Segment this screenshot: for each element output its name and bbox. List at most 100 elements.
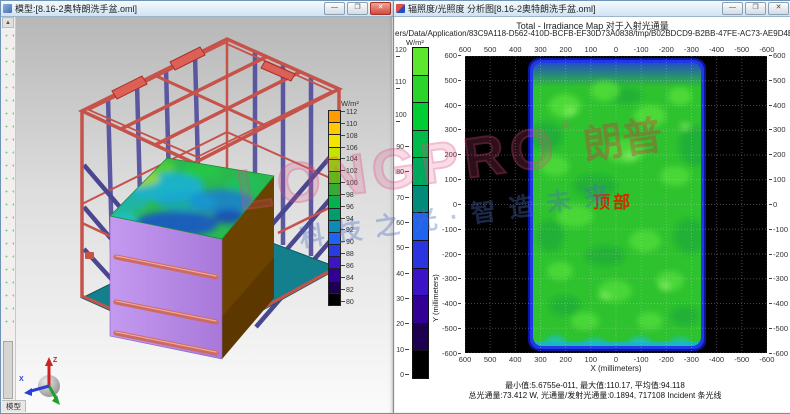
- x-tick: -500: [730, 45, 754, 54]
- cage-roof: [82, 39, 339, 163]
- colorbar-segment: [413, 103, 428, 131]
- close-button[interactable]: ✕: [768, 2, 789, 15]
- chart-colorbar-unit: W/m²: [406, 38, 424, 47]
- model-window-title: 模型:[8.16-2奥特朗洗手盆.oml]: [15, 2, 321, 15]
- irradiance-window-title: 辐照度/光照度 分析图[8.16-2奥特朗洗手盆.oml]: [408, 2, 719, 15]
- colorbar-tick: 90: [341, 240, 358, 246]
- x-tick: 100: [579, 45, 603, 54]
- colorbar-segment: [413, 48, 428, 76]
- colorbar-segment: [329, 221, 340, 233]
- colorbar-segment: [329, 184, 340, 196]
- y-tick: -300: [442, 274, 461, 283]
- x-tick: 500: [478, 355, 502, 364]
- colorbar-tick: 88: [341, 252, 358, 258]
- chart-colorbar-ticks: 1201101009080706050403020100: [395, 47, 409, 379]
- colorbar-tick: 90: [396, 144, 409, 151]
- y-tick: 500: [444, 76, 461, 85]
- colorbar-segment: [413, 158, 428, 186]
- x-tick: -600: [755, 355, 779, 364]
- colorbar-segment: [413, 324, 428, 352]
- x-tick: 500: [478, 45, 502, 54]
- x-axis-ticks-bottom: 6005004003002001000-100-200-300-400-500-…: [453, 355, 779, 364]
- x-tick: -300: [679, 45, 703, 54]
- colorbar-tick: 86: [341, 264, 358, 270]
- x-tick: 300: [528, 45, 552, 54]
- y-tick: 200: [769, 150, 786, 159]
- minimize-button[interactable]: —: [722, 2, 743, 15]
- x-axis-title: X (millimeters): [465, 364, 767, 373]
- irradiance-window-client: Total - Irradiance Map 对于入射光通量 ers/Data/…: [395, 17, 790, 412]
- y-tick: 400: [769, 101, 786, 110]
- x-tick: 400: [503, 355, 527, 364]
- y-tick: -200: [769, 250, 788, 259]
- model-window-titlebar[interactable]: 模型:[8.16-2奥特朗洗手盆.oml] — ❐ ✕: [1, 1, 393, 17]
- colorbar-segment: [329, 196, 340, 208]
- y-tick: -300: [769, 274, 788, 283]
- product-box: [106, 158, 274, 359]
- x-tick: 300: [528, 355, 552, 364]
- irradiance-map-window: 辐照度/光照度 分析图[8.16-2奥特朗洗手盆.oml] — ❐ ✕ Tota…: [393, 0, 790, 414]
- colorbar-tick: 10: [396, 347, 409, 354]
- heatmap-annotation: 顶部: [593, 192, 633, 212]
- colorbar-segment: [413, 351, 428, 378]
- colorbar-segment: [329, 111, 340, 123]
- model-window-icon: [3, 4, 12, 13]
- x-tick: -300: [679, 355, 703, 364]
- close-button[interactable]: ✕: [370, 2, 391, 15]
- colorbar-tick: 106: [341, 146, 358, 152]
- colorbar-tick: 100: [341, 181, 358, 187]
- stats-line-1: 最小值:5.6755e-011, 最大值:110.17, 平均值:94.118: [405, 381, 785, 391]
- y-tick: 300: [444, 125, 461, 134]
- cage-roof-plates: [112, 47, 295, 99]
- irradiance-window-icon: [396, 4, 405, 13]
- y-tick: 400: [444, 101, 461, 110]
- model-tab[interactable]: 模型: [2, 400, 26, 412]
- y-tick: -500: [442, 324, 461, 333]
- colorbar-segment: [329, 209, 340, 221]
- colorbar-tick: 92: [341, 228, 358, 234]
- colorbar-tick: 82: [341, 288, 358, 294]
- colorbar-tick: 50: [396, 245, 409, 252]
- colorbar-segment: [329, 282, 340, 294]
- colorbar-tick: 0: [400, 372, 409, 379]
- model-colorbar-gradient: [328, 110, 341, 306]
- y-tick: 0: [453, 200, 461, 209]
- scrollbar-thumb[interactable]: [3, 341, 13, 399]
- x-tick: 600: [453, 45, 477, 54]
- x-tick: -100: [629, 355, 653, 364]
- x-tick: 600: [453, 355, 477, 364]
- y-axis-ticks-right: 6005004003002001000-100-200-300-400-500-…: [769, 51, 790, 358]
- model-3d-viewport[interactable]: Z X W/m² 1121101081061041021009896949290…: [16, 17, 392, 412]
- y-tick: 300: [769, 125, 786, 134]
- colorbar-segment: [329, 245, 340, 257]
- x-tick: -400: [705, 45, 729, 54]
- colorbar-segment: [329, 123, 340, 135]
- x-tick: -200: [654, 45, 678, 54]
- colorbar-segment: [329, 257, 340, 269]
- colorbar-tick: 94: [341, 217, 358, 223]
- maximize-button[interactable]: ❐: [347, 2, 368, 15]
- scroll-up-button[interactable]: ▲: [2, 17, 14, 28]
- x-tick: 200: [554, 355, 578, 364]
- colorbar-tick: 102: [341, 169, 358, 175]
- y-tick: 100: [769, 175, 786, 184]
- chart-statistics: 最小值:5.6755e-011, 最大值:110.17, 平均值:94.118 …: [405, 381, 785, 402]
- minimize-button[interactable]: —: [324, 2, 345, 15]
- irradiance-window-titlebar[interactable]: 辐照度/光照度 分析图[8.16-2奥特朗洗手盆.oml] — ❐ ✕: [394, 1, 790, 17]
- colorbar-segment: [329, 160, 340, 172]
- colorbar-tick: 110: [395, 79, 409, 93]
- model-tree-strip: ▲ ▼: [2, 17, 16, 412]
- y-axis-ticks-left: 6005004003002001000-100-200-300-400-500-…: [439, 51, 461, 358]
- x-tick: 200: [554, 45, 578, 54]
- colorbar-tick: 100: [395, 112, 409, 126]
- colorbar-tick: 70: [396, 195, 409, 202]
- colorbar-tick: 98: [341, 193, 358, 199]
- model-window-client: ▲ ▼: [2, 17, 392, 412]
- x-tick: -400: [705, 355, 729, 364]
- model-window: 模型:[8.16-2奥特朗洗手盆.oml] — ❐ ✕ ▲ ▼: [0, 0, 394, 414]
- colorbar-tick: 80: [341, 300, 358, 306]
- chart-source-path: ers/Data/Application/83C9A118-D562-410D-…: [395, 29, 790, 38]
- colorbar-segment: [329, 135, 340, 147]
- y-tick: -100: [442, 225, 461, 234]
- maximize-button[interactable]: ❐: [745, 2, 766, 15]
